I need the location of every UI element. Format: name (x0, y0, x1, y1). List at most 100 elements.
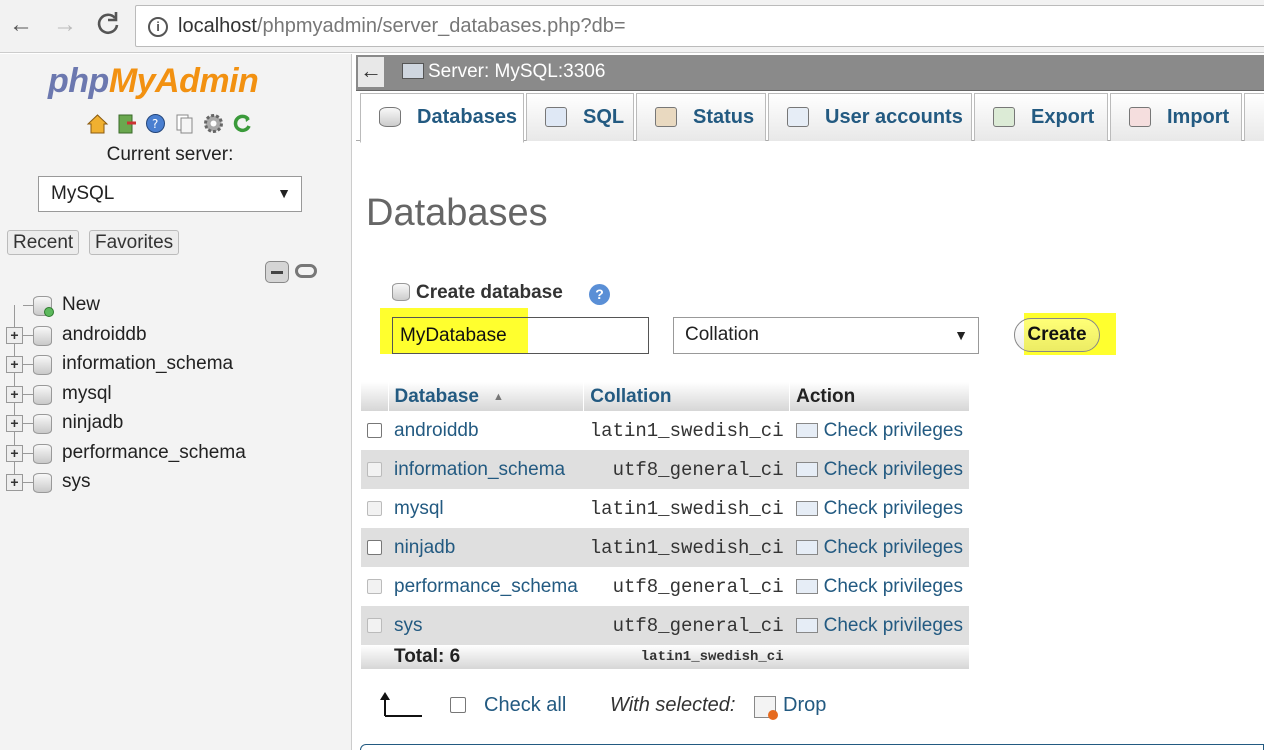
tab-label: User accounts (825, 106, 963, 128)
table-header-row: Database ▲ Collation Action (361, 382, 970, 411)
docs-icon[interactable]: ? (144, 112, 167, 135)
address-bar[interactable]: i localhost/phpmyadmin/server_databases.… (135, 5, 1264, 47)
help-icon[interactable]: ? (589, 284, 610, 305)
tab-status[interactable]: Status (636, 93, 766, 141)
browser-toolbar: ← → i localhost/phpmyadmin/server_databa… (0, 0, 1264, 53)
expand-icon[interactable]: + (6, 444, 23, 462)
expand-icon[interactable]: + (6, 415, 23, 432)
tree-connector (23, 305, 33, 306)
check-privileges-link[interactable]: Check privileges (789, 606, 970, 645)
check-all-checkbox[interactable] (450, 697, 466, 713)
tab-more[interactable] (1244, 93, 1264, 141)
table-row: mysql latin1_swedish_ci Check privileges (361, 489, 970, 528)
tree-item-androiddb[interactable]: + androiddb (5, 319, 246, 349)
database-name-link[interactable]: mysql (388, 489, 584, 528)
database-icon (33, 355, 52, 375)
tab-sql[interactable]: SQL (526, 93, 634, 141)
tree-item-label: performance_schema (62, 441, 246, 463)
database-icon (379, 107, 401, 127)
collation-column-header[interactable]: Collation (583, 382, 791, 411)
action-column-header: Action (789, 382, 970, 411)
collation-select-value: Collation (685, 324, 759, 345)
expand-icon[interactable]: + (6, 474, 23, 491)
privileges-icon (795, 617, 818, 633)
create-database-label: Create database (416, 282, 563, 303)
favorites-tab[interactable]: Favorites (89, 230, 180, 255)
copy-icon[interactable] (173, 112, 196, 135)
collapse-panel-button[interactable]: ← (358, 57, 384, 87)
tree-item-ninjadb[interactable]: + ninjadb (5, 408, 246, 438)
status-icon (655, 107, 677, 127)
settings-icon[interactable] (202, 112, 225, 135)
tab-user-accounts[interactable]: User accounts (768, 93, 972, 141)
user-accounts-icon (787, 107, 809, 127)
browser-back-button[interactable]: ← (6, 10, 36, 40)
logout-icon[interactable] (115, 112, 138, 135)
total-collation: latin1_swedish_ci (583, 645, 790, 669)
refresh-icon[interactable] (231, 112, 254, 135)
check-privileges-link[interactable]: Check privileges (789, 489, 970, 528)
action-label: Check privileges (823, 497, 964, 519)
url-host: localhost (178, 15, 257, 37)
link-with-main-panel-icon[interactable] (295, 264, 317, 278)
privileges-icon (795, 461, 818, 477)
tab-import[interactable]: Import (1110, 93, 1242, 141)
expand-icon[interactable]: + (6, 356, 23, 373)
info-icon[interactable]: i (148, 17, 168, 37)
server-select[interactable]: MySQL ▼ (38, 176, 302, 212)
tree-item-sys[interactable]: + sys (5, 467, 246, 497)
tree-item-new[interactable]: New (5, 290, 246, 320)
check-all-label[interactable]: Check all (484, 694, 566, 717)
with-selected-label: With selected: (610, 694, 736, 716)
database-name-link[interactable]: sys (388, 606, 584, 645)
collapse-all-icon[interactable] (265, 261, 289, 283)
drop-button[interactable]: Drop (783, 694, 826, 717)
server-icon (402, 63, 424, 79)
database-name-link[interactable]: information_schema (388, 450, 584, 489)
tree-item-information-schema[interactable]: + information_schema (5, 349, 246, 379)
check-privileges-link[interactable]: Check privileges (789, 450, 970, 489)
tree-connector (23, 423, 33, 424)
database-column-header[interactable]: Database ▲ (388, 382, 585, 411)
check-privileges-link[interactable]: Check privileges (789, 411, 970, 450)
database-name-input[interactable] (392, 317, 649, 354)
tab-databases[interactable]: Databases (360, 93, 524, 143)
expand-icon[interactable]: + (6, 385, 23, 403)
database-name-link[interactable]: performance_schema (388, 567, 584, 606)
tree-item-mysql[interactable]: + mysql (5, 378, 246, 408)
home-icon[interactable] (86, 112, 109, 135)
drop-icon[interactable] (754, 696, 778, 720)
export-icon (993, 107, 1015, 127)
row-checkbox[interactable] (367, 422, 382, 438)
row-checkbox[interactable] (367, 539, 382, 555)
logo-php: php (48, 62, 109, 100)
table-row: ninjadb latin1_swedish_ci Check privileg… (361, 528, 970, 567)
row-checkbox (367, 578, 382, 594)
check-privileges-link[interactable]: Check privileges (789, 567, 970, 606)
tab-export[interactable]: Export (974, 93, 1108, 141)
create-database-icon (392, 283, 410, 301)
expand-icon[interactable]: + (6, 326, 23, 344)
browser-reload-button[interactable] (93, 10, 123, 40)
create-button[interactable]: Create (1014, 318, 1100, 352)
row-checkbox-cell (361, 411, 388, 450)
recent-tab[interactable]: Recent (7, 230, 80, 255)
tree-item-label: sys (62, 471, 91, 492)
database-icon (33, 414, 52, 434)
action-label: Check privileges (823, 575, 964, 597)
tree-item-label: mysql (62, 382, 112, 404)
dropdown-arrow-icon: ▼ (277, 185, 291, 201)
databases-table: Database ▲ Collation Action androiddb lat… (361, 382, 970, 669)
database-name-link[interactable]: ninjadb (388, 528, 584, 567)
row-checkbox-cell (361, 606, 388, 645)
total-row: Total: 6 latin1_swedish_ci (361, 645, 970, 669)
server-breadcrumb[interactable]: Server: MySQL:3306 (402, 61, 605, 83)
tree-item-performance-schema[interactable]: + performance_schema (5, 437, 246, 467)
browser-forward-button[interactable]: → (50, 10, 80, 40)
phpmyadmin-logo[interactable]: phpMyAdmin (48, 62, 259, 101)
table-row: androiddb latin1_swedish_ci Check privil… (361, 411, 970, 450)
check-privileges-link[interactable]: Check privileges (789, 528, 970, 567)
database-name-link[interactable]: androiddb (388, 411, 584, 450)
collation-cell: utf8_general_ci (583, 606, 790, 645)
collation-select[interactable]: Collation ▼ (673, 317, 979, 354)
